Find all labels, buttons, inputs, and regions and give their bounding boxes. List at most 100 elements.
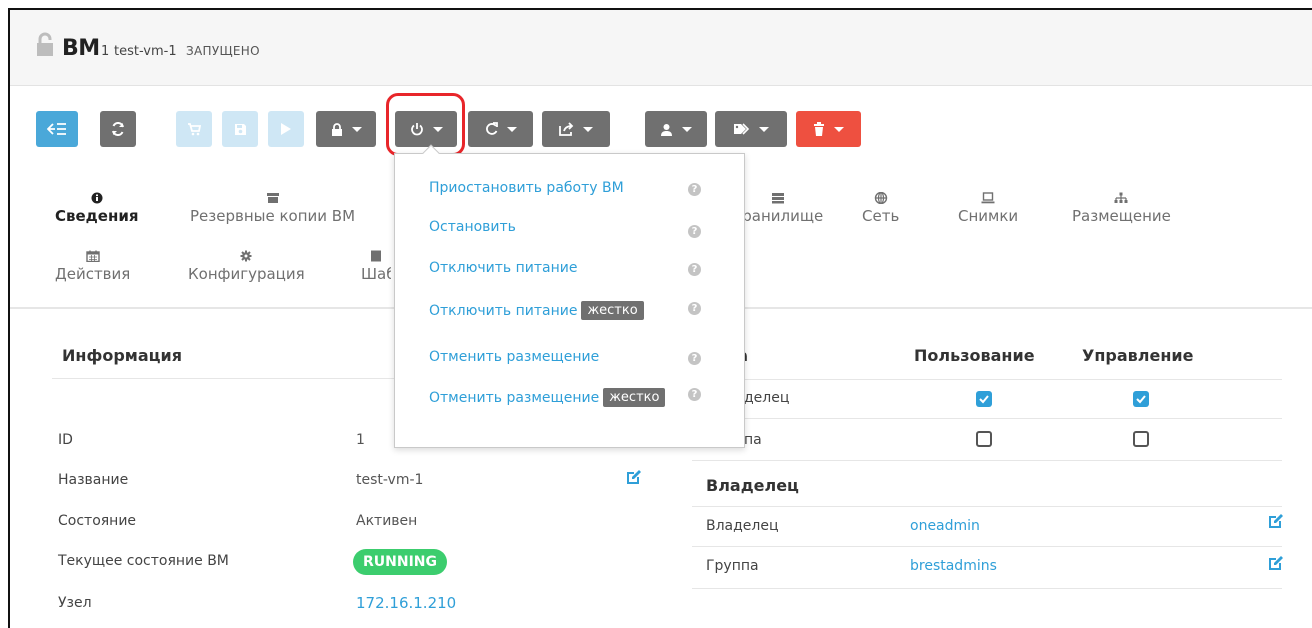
group-manage-checkbox[interactable] (1133, 431, 1149, 447)
info-label-name: Название (58, 472, 129, 488)
sitemap-icon (1114, 192, 1128, 203)
chevron-down-icon (351, 126, 362, 132)
back-to-list-button[interactable] (36, 111, 78, 147)
owner-use-checkbox[interactable] (976, 391, 992, 407)
group-use-checkbox[interactable] (976, 431, 992, 447)
divider (692, 588, 1282, 589)
laptop-icon (981, 192, 995, 204)
edit-icon[interactable] (626, 469, 642, 485)
vm-name: test-vm-1 (114, 44, 177, 59)
menu-item-stop[interactable]: Остановить (429, 219, 516, 235)
menu-item-undeploy[interactable]: Отменить размещение (429, 349, 599, 365)
tab-configuration[interactable]: Конфигурация (188, 250, 305, 283)
reboot-icon (485, 122, 498, 135)
reboot-dropdown-button[interactable] (468, 111, 533, 147)
user-icon (661, 123, 672, 136)
perm-label-group: па (744, 432, 762, 448)
chevron-down-icon (506, 126, 517, 132)
hard-badge: жестко (603, 388, 666, 407)
perm-label-owner: делец (744, 390, 790, 406)
ownership-label-group: Группа (706, 558, 759, 574)
file-icon (371, 250, 381, 262)
tab-info[interactable]: Сведения (55, 192, 138, 225)
info-section-title: Информация (62, 346, 182, 365)
tab-storage[interactable]: Хранилище (732, 192, 823, 225)
help-icon[interactable]: ? (688, 263, 701, 276)
globe-icon (874, 192, 887, 204)
play-button[interactable] (268, 111, 304, 147)
edit-owner-icon[interactable] (1268, 513, 1284, 529)
tags-icon (734, 123, 750, 135)
page-title: ВМ (62, 36, 100, 61)
user-dropdown-button[interactable] (645, 111, 707, 147)
tab-placement[interactable]: Размещение (1072, 192, 1171, 225)
divider (692, 506, 1282, 507)
tab-actions[interactable]: Действия (55, 250, 130, 283)
info-value-state: Активен (356, 513, 418, 529)
calendar-icon (85, 250, 100, 262)
divider (692, 546, 1282, 547)
menu-item-suspend[interactable]: Приостановить работу ВМ (429, 180, 624, 196)
help-icon[interactable]: ? (688, 352, 701, 365)
vm-id: 1 (101, 44, 110, 59)
menu-item-poweroff[interactable]: Отключить питание (429, 260, 577, 276)
divider (692, 418, 1282, 419)
delete-dropdown-button[interactable] (796, 111, 861, 147)
info-label-id: ID (58, 432, 73, 448)
info-label-lcm-state: Текущее состояние ВМ (58, 553, 229, 569)
permissions-col-manage: Управление (1082, 346, 1194, 365)
tab-template[interactable]: Шаблон (361, 250, 391, 283)
back-list-icon (47, 123, 66, 135)
help-icon[interactable]: ? (688, 225, 701, 238)
menu-item-undeploy-hard[interactable]: Отменить размещение жестко (429, 388, 666, 407)
share-icon (559, 122, 574, 136)
tab-network[interactable]: Сеть (862, 192, 899, 225)
save-icon (234, 123, 246, 135)
server-icon (771, 193, 784, 204)
info-label-state: Состояние (58, 513, 137, 529)
header-bar: ВМ 1 test-vm-1 ЗАПУЩЕНО (10, 10, 1312, 86)
save-button[interactable] (222, 111, 258, 147)
divider (692, 460, 1282, 461)
info-value-id: 1 (356, 432, 365, 448)
divider (692, 379, 1282, 380)
vm-state: ЗАПУЩЕНО (186, 44, 260, 58)
labels-dropdown-button[interactable] (715, 111, 787, 147)
trash-icon (814, 122, 824, 136)
group-link[interactable]: brestadmins (910, 558, 997, 574)
power-dropdown-menu: Приостановить работу ВМ ? Остановить ? О… (394, 144, 745, 448)
owner-link[interactable]: oneadmin (910, 518, 980, 534)
tab-snapshots[interactable]: Снимки (958, 192, 1018, 225)
deploy-button[interactable] (176, 111, 212, 147)
vm-detail-panel: ВМ 1 test-vm-1 ЗАПУЩЕНО Сведения Резервн… (8, 8, 1312, 628)
cart-icon (188, 123, 201, 136)
migrate-dropdown-button[interactable] (542, 111, 610, 147)
ownership-label-owner: Владелец (706, 518, 779, 534)
help-icon[interactable]: ? (688, 302, 701, 315)
unlocked-icon (32, 32, 58, 58)
refresh-icon (112, 122, 124, 136)
info-value-name: test-vm-1 (356, 472, 424, 488)
help-icon[interactable]: ? (688, 388, 701, 401)
permissions-col-use: Пользование (914, 346, 1035, 365)
host-link[interactable]: 172.16.1.210 (356, 594, 456, 612)
chevron-down-icon (834, 126, 844, 132)
archive-icon (266, 193, 279, 203)
tab-backups[interactable]: Резервные копии ВМ (190, 192, 355, 225)
lock-dropdown-button[interactable] (316, 111, 376, 147)
gear-icon (240, 250, 252, 262)
hard-badge: жестко (581, 301, 644, 320)
ownership-section-title: Владелец (706, 476, 799, 495)
help-icon[interactable]: ? (688, 183, 701, 196)
edit-group-icon[interactable] (1268, 555, 1284, 571)
power-button-highlight (386, 93, 465, 156)
status-badge: RUNNING (353, 549, 447, 575)
chevron-down-icon (759, 126, 769, 132)
chevron-down-icon (583, 126, 593, 132)
play-icon (281, 123, 291, 135)
menu-item-poweroff-hard[interactable]: Отключить питание жестко (429, 301, 644, 320)
info-label-host: Узел (58, 595, 92, 611)
lock-icon (331, 122, 342, 136)
owner-manage-checkbox[interactable] (1133, 391, 1149, 407)
refresh-button[interactable] (100, 111, 136, 147)
